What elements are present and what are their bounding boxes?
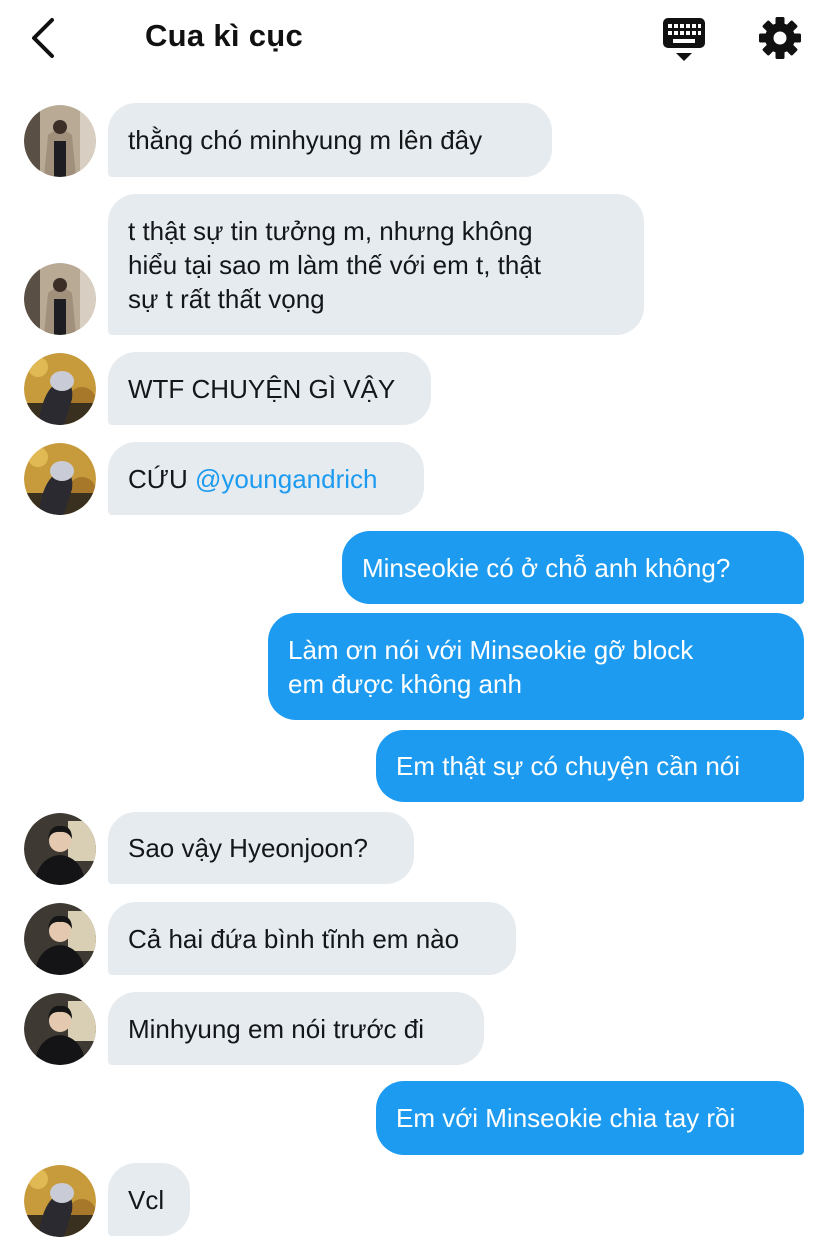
avatar[interactable] bbox=[24, 263, 96, 335]
message-bubble[interactable]: thằng chó minhyung m lên đây bbox=[108, 103, 552, 177]
message-text-line: sự t rất thất vọng bbox=[128, 283, 325, 314]
message-text: Minseokie có ở chỗ anh không? bbox=[362, 552, 731, 583]
keyboard-icon bbox=[663, 18, 705, 61]
back-button[interactable] bbox=[26, 16, 66, 60]
avatar[interactable] bbox=[24, 813, 96, 885]
avatar[interactable] bbox=[24, 1165, 96, 1237]
avatar[interactable] bbox=[24, 105, 96, 177]
settings-button[interactable] bbox=[758, 16, 802, 60]
avatar[interactable] bbox=[24, 443, 96, 515]
message-text: CỨU bbox=[128, 463, 195, 494]
message-bubble[interactable]: t thật sự tin tưởng m, nhưng không hiểu … bbox=[108, 194, 644, 335]
keyboard-button[interactable] bbox=[661, 16, 707, 64]
message-bubble[interactable]: Vcl bbox=[108, 1163, 190, 1236]
message-bubble[interactable]: Cả hai đứa bình tĩnh em nào bbox=[108, 902, 516, 975]
chat-header: Cua kì cục bbox=[0, 0, 828, 80]
message-bubble[interactable]: Minseokie có ở chỗ anh không? bbox=[342, 531, 804, 604]
message-text: Em với Minseokie chia tay rồi bbox=[396, 1103, 736, 1133]
avatar[interactable] bbox=[24, 993, 96, 1065]
message-text: thằng chó minhyung m lên đây bbox=[128, 125, 483, 155]
message-bubble[interactable]: WTF CHUYỆN GÌ VẬY bbox=[108, 352, 431, 425]
avatar-photo-3 bbox=[24, 993, 96, 1065]
message-bubble[interactable]: Em với Minseokie chia tay rồi bbox=[376, 1081, 804, 1155]
message-bubble[interactable]: CỨU @youngandrich bbox=[108, 442, 424, 515]
avatar[interactable] bbox=[24, 353, 96, 425]
avatar-photo-3 bbox=[24, 903, 96, 975]
message-text: Em thật sự có chuyện cần nói bbox=[396, 751, 741, 781]
message-bubble[interactable]: Làm ơn nói với Minseokie gỡ block em đượ… bbox=[268, 613, 804, 720]
avatar-photo-2 bbox=[24, 443, 96, 515]
message-bubble[interactable]: Minhyung em nói trước đi bbox=[108, 992, 484, 1065]
message-text: Cả hai đứa bình tĩnh em nào bbox=[128, 923, 460, 954]
message-text-line: em được không anh bbox=[288, 668, 522, 699]
message-text-line: hiểu tại sao m làm thế với em t, thật bbox=[128, 249, 542, 280]
message-text-line: t thật sự tin tưởng m, nhưng không bbox=[128, 215, 533, 246]
message-text: Vcl bbox=[128, 1184, 165, 1215]
conversation-title: Cua kì cục bbox=[145, 18, 304, 53]
message-text-line: Làm ơn nói với Minseokie gỡ block bbox=[288, 634, 694, 665]
avatar-photo-1 bbox=[24, 105, 96, 177]
message-text: WTF CHUYỆN GÌ VẬY bbox=[128, 373, 396, 404]
chevron-left-icon bbox=[32, 18, 54, 58]
gear-icon bbox=[759, 17, 801, 59]
avatar[interactable] bbox=[24, 903, 96, 975]
mention-link[interactable]: @youngandrich bbox=[195, 462, 378, 496]
message-bubble[interactable]: Em thật sự có chuyện cần nói bbox=[376, 730, 804, 802]
avatar-photo-1 bbox=[24, 263, 96, 335]
message-bubble[interactable]: Sao vậy Hyeonjoon? bbox=[108, 812, 414, 884]
avatar-photo-2 bbox=[24, 353, 96, 425]
avatar-photo-3 bbox=[24, 813, 96, 885]
avatar-photo-2 bbox=[24, 1165, 96, 1237]
message-text: Minhyung em nói trước đi bbox=[128, 1013, 425, 1044]
message-text: Sao vậy Hyeonjoon? bbox=[128, 833, 368, 863]
